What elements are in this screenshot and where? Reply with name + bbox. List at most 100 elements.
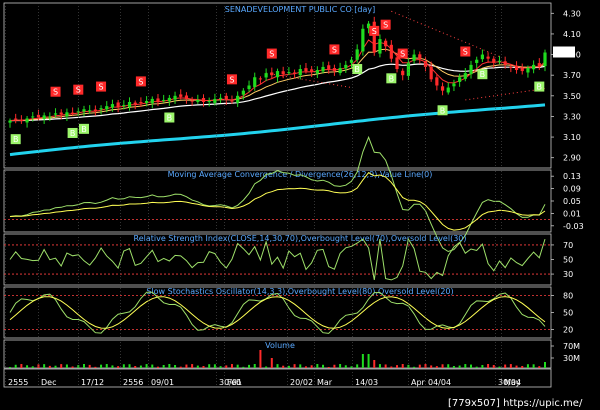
volume-bar <box>435 366 438 368</box>
candle-body <box>105 106 109 110</box>
volume-bar <box>94 366 97 368</box>
macd-signal-line <box>9 172 546 231</box>
candle-body <box>486 56 490 59</box>
volume-bar <box>82 364 85 368</box>
candle-body <box>275 71 280 78</box>
price-tick-label: 3.10 <box>563 133 581 142</box>
macd-tick-label: 0.13 <box>563 172 581 181</box>
volume-title: Volume <box>265 341 295 350</box>
volume-bar <box>230 364 233 368</box>
candle-body <box>127 102 132 107</box>
volume-bar <box>441 364 444 368</box>
candle-body <box>469 64 473 75</box>
candle-body <box>526 67 530 73</box>
volume-bar <box>521 365 524 368</box>
volume-bar <box>242 366 245 368</box>
volume-bar <box>185 364 188 368</box>
volume-bar <box>492 365 495 368</box>
candle-body <box>93 109 97 112</box>
candle-body <box>292 72 297 74</box>
volume-bar <box>390 366 393 368</box>
candle-body <box>435 77 439 86</box>
volume-bar <box>151 364 154 368</box>
volume-bar <box>208 364 211 368</box>
stochastic-tick-label: 50 <box>563 309 573 318</box>
buy-signal-letter: B <box>13 135 19 144</box>
volume-bar <box>14 364 17 368</box>
candle-body <box>310 69 314 73</box>
macd-tick-label: 0.01 <box>563 209 581 218</box>
x-axis-label: May <box>504 378 521 387</box>
volume-bar <box>526 364 529 368</box>
volume-bar <box>111 365 114 368</box>
macd-tick-label: -0.03 <box>563 222 584 231</box>
sell-signal-letter: S <box>99 83 104 92</box>
volume-bar <box>174 365 177 368</box>
volume-bar <box>384 364 387 368</box>
long-moving-average-line <box>9 103 546 157</box>
volume-bar <box>134 366 137 368</box>
stochastic-signal-line <box>9 296 546 329</box>
candle-body <box>458 77 462 82</box>
candle-body <box>514 65 519 71</box>
volume-bar <box>378 364 381 368</box>
candle-body <box>327 65 331 69</box>
price-tick-label: 2.90 <box>563 154 581 163</box>
candle-body <box>156 98 160 102</box>
panel-frame-0 <box>3 2 552 169</box>
candle-body <box>338 67 342 73</box>
candle-body <box>82 109 86 112</box>
candle-body <box>167 97 171 101</box>
buy-signal-letter: B <box>70 129 76 138</box>
volume-bar <box>202 366 205 368</box>
volume-bar <box>248 364 251 368</box>
volume-bar <box>447 364 450 368</box>
candle-body <box>315 70 319 74</box>
volume-bar <box>145 364 148 368</box>
candle-body <box>213 98 217 104</box>
candle-body <box>270 72 274 76</box>
volume-bar <box>162 364 165 368</box>
volume-bar <box>322 364 325 368</box>
candle-body <box>144 100 149 103</box>
candle-body <box>173 95 177 100</box>
candle-body <box>31 116 35 118</box>
candle-body <box>532 64 536 70</box>
volume-bar <box>464 364 467 368</box>
volume-bar <box>48 365 51 368</box>
candle-body <box>492 58 496 63</box>
candle-body <box>281 71 285 75</box>
candle-body <box>224 95 228 100</box>
sell-signal-letter: S <box>138 77 143 86</box>
volume-bar <box>344 365 347 368</box>
x-axis-label: 17/12 <box>81 378 104 387</box>
candle-body <box>463 73 467 79</box>
candle-body <box>53 113 58 115</box>
volume-bar <box>253 364 256 368</box>
buy-signal-letter: B <box>81 125 87 134</box>
candle-body <box>384 40 388 47</box>
volume-bar <box>31 366 34 368</box>
volume-bar <box>100 364 103 368</box>
candle-body <box>520 68 524 72</box>
volume-bar <box>310 365 313 368</box>
volume-bar <box>509 364 512 368</box>
rsi-tick-label: 70 <box>563 241 573 250</box>
macd-tick-label: 0.05 <box>563 197 581 206</box>
volume-bar <box>26 365 29 368</box>
volume-bar <box>236 364 239 368</box>
volume-bar <box>9 367 11 368</box>
buy-signal-letter: B <box>537 83 543 92</box>
volume-bar <box>213 364 216 368</box>
candle-body <box>99 108 103 110</box>
volume-bar <box>60 364 63 368</box>
volume-bar <box>191 364 194 368</box>
candle-body <box>14 118 18 120</box>
volume-bar <box>156 366 159 368</box>
dotted-trend-line-3 <box>465 88 546 101</box>
candle-body <box>401 70 405 76</box>
candle-body <box>378 39 382 54</box>
volume-bar <box>452 366 455 368</box>
candle-body <box>110 104 115 108</box>
volume-bar <box>339 364 342 368</box>
